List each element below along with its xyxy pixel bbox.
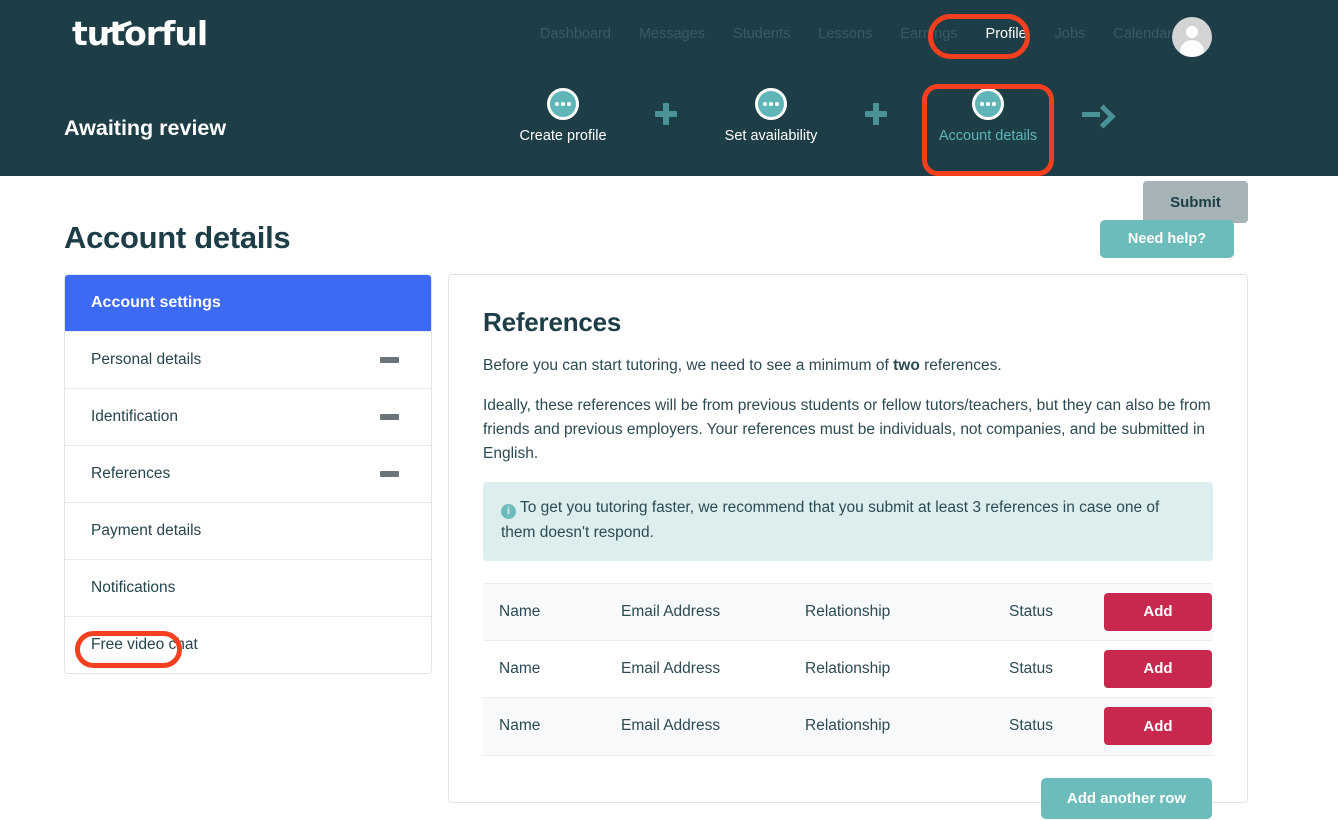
nav-item-earnings[interactable]: Earnings [900, 26, 957, 42]
need-help-button[interactable]: Need help? [1100, 220, 1234, 258]
step-account-details-label: Account details [938, 128, 1038, 144]
avatar-body-icon [1180, 40, 1204, 57]
sidebar-item-free-video-chat[interactable]: Free video chat [65, 616, 431, 673]
step-account-details[interactable]: Account details [908, 88, 1068, 144]
step-set-availability[interactable]: Set availability [691, 88, 851, 144]
account-settings-sidebar: Account settings Personal details Identi… [64, 274, 432, 674]
nav-item-jobs[interactable]: Jobs [1055, 26, 1086, 42]
step-create-profile-label: Create profile [519, 128, 607, 144]
references-panel: References Before you can start tutoring… [448, 274, 1248, 819]
info-alert-text: To get you tutoring faster, we recommend… [501, 499, 1160, 541]
cell-status: Status [1009, 602, 1053, 620]
intro-before: Before you can start tutoring, we need t… [483, 357, 894, 374]
cell-relationship: Relationship [805, 659, 891, 677]
sidebar-item-label: Payment details [91, 522, 202, 539]
sidebar-item-label: Personal details [91, 351, 202, 368]
intro-bold: two [893, 357, 920, 374]
nav-item-profile[interactable]: Profile [986, 26, 1027, 42]
sidebar-item-identification[interactable]: Identification [65, 388, 431, 445]
references-body: Ideally, these references will be from p… [483, 397, 1211, 463]
add-another-row-button[interactable]: Add another row [1041, 777, 1212, 819]
nav-item-students[interactable]: Students [733, 26, 790, 42]
step-create-profile[interactable]: Create profile [483, 88, 643, 144]
avatar[interactable] [1172, 17, 1212, 57]
nav-item-dashboard[interactable]: Dashboard [540, 26, 611, 42]
status-badge: Awaiting review [64, 116, 227, 140]
sidebar-item-payment-details[interactable]: Payment details [65, 502, 431, 559]
sidebar-item-notifications[interactable]: Notifications [65, 559, 431, 616]
submit-button[interactable]: Submit [1143, 181, 1248, 223]
page-title: Account details [64, 220, 291, 255]
cell-status: Status [1009, 659, 1053, 677]
ellipsis-icon [972, 88, 1004, 120]
references-intro: Before you can start tutoring, we need t… [483, 354, 1213, 378]
add-button[interactable]: Add [1104, 592, 1212, 631]
main-nav-links: Dashboard Messages Students Lessons Earn… [540, 26, 1172, 42]
nav-item-calendar[interactable]: Calendar [1113, 26, 1172, 42]
table-row: Name Email Address Relationship Status A… [483, 583, 1213, 641]
cell-email: Email Address [621, 717, 721, 735]
cell-status: Status [1009, 717, 1053, 735]
cell-email: Email Address [621, 602, 721, 620]
table-row: Name Email Address Relationship Status A… [483, 697, 1213, 755]
add-button[interactable]: Add [1104, 707, 1212, 746]
cell-name: Name [499, 602, 541, 620]
sidebar-header: Account settings [65, 275, 431, 331]
table-row: Name Email Address Relationship Status A… [483, 641, 1213, 698]
add-row-footer: Add another row [449, 756, 1247, 819]
cell-name: Name [499, 659, 541, 677]
add-button[interactable]: Add [1104, 649, 1212, 688]
step-separator-1 [655, 103, 677, 125]
sidebar-item-label: Identification [91, 408, 179, 425]
ellipsis-icon [547, 88, 579, 120]
plus-icon [865, 103, 887, 125]
nav-item-messages[interactable]: Messages [639, 26, 705, 42]
info-icon: i [501, 504, 516, 520]
info-alert: i To get you tutoring faster, we recommen… [483, 482, 1213, 561]
cell-name: Name [499, 717, 541, 735]
sidebar-item-personal-details[interactable]: Personal details [65, 331, 431, 388]
minus-icon [380, 414, 399, 420]
sidebar-item-references[interactable]: References [65, 445, 431, 502]
step-set-availability-label: Set availability [724, 128, 818, 144]
cell-email: Email Address [621, 659, 721, 677]
progress-steps-row: Awaiting review Create profile Set avail… [0, 72, 1338, 223]
references-table: Name Email Address Relationship Status A… [483, 582, 1213, 756]
sidebar-item-label: Notifications [91, 579, 176, 596]
cell-relationship: Relationship [805, 717, 891, 735]
avatar-head-icon [1186, 26, 1198, 38]
nav-row: tutorful Dashboard Messages Students Les… [0, 0, 1338, 72]
plus-icon [655, 103, 677, 125]
references-title: References [483, 307, 622, 337]
nav-item-lessons[interactable]: Lessons [818, 26, 872, 42]
arrow-right-icon [1082, 106, 1108, 124]
step-separator-2 [865, 103, 887, 125]
ellipsis-icon [755, 88, 787, 120]
sidebar-item-label: Free video chat [91, 636, 198, 653]
sidebar-item-label: References [91, 465, 171, 482]
intro-after: references. [919, 357, 1002, 374]
minus-icon [380, 357, 399, 363]
tutorful-logo[interactable]: tutorful [72, 14, 208, 53]
cell-relationship: Relationship [805, 602, 891, 620]
minus-icon [380, 471, 399, 477]
top-navigation-bar: tutorful Dashboard Messages Students Les… [0, 0, 1338, 223]
